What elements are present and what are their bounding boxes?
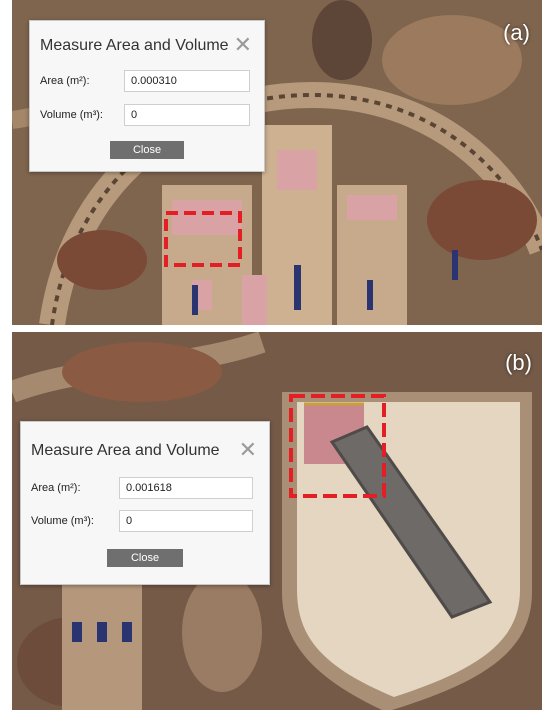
panel-label: (a) — [503, 20, 530, 45]
close-icon[interactable]: ✕ — [234, 34, 252, 56]
area-label: Area (m²): — [31, 482, 81, 494]
close-button[interactable]: Close — [110, 141, 184, 159]
close-icon[interactable]: ✕ — [239, 439, 257, 461]
close-button[interactable]: Close — [107, 549, 183, 567]
area-label: Area (m²): — [40, 75, 90, 87]
dialog-title: Measure Area and Volume — [40, 37, 229, 54]
volume-field[interactable]: 0 — [124, 104, 250, 126]
panel-b-shield-relief: (b) Measure Area and Volume ✕ Area (m²):… — [12, 332, 542, 710]
area-field[interactable]: 0.001618 — [119, 477, 253, 499]
volume-field[interactable]: 0 — [119, 510, 253, 532]
measure-area-volume-dialog: Measure Area and Volume ✕ Area (m²): 0.0… — [20, 421, 270, 585]
measure-area-volume-dialog: Measure Area and Volume ✕ Area (m²): 0.0… — [29, 20, 265, 172]
area-field[interactable]: 0.000310 — [124, 70, 250, 92]
volume-label: Volume (m³): — [31, 515, 94, 527]
volume-label: Volume (m³): — [40, 109, 103, 121]
dialog-title: Measure Area and Volume — [31, 442, 220, 459]
panel-a-castle-relief: (a) Measure Area and Volume ✕ Area (m²):… — [12, 0, 542, 325]
panel-label: (b) — [505, 350, 532, 375]
